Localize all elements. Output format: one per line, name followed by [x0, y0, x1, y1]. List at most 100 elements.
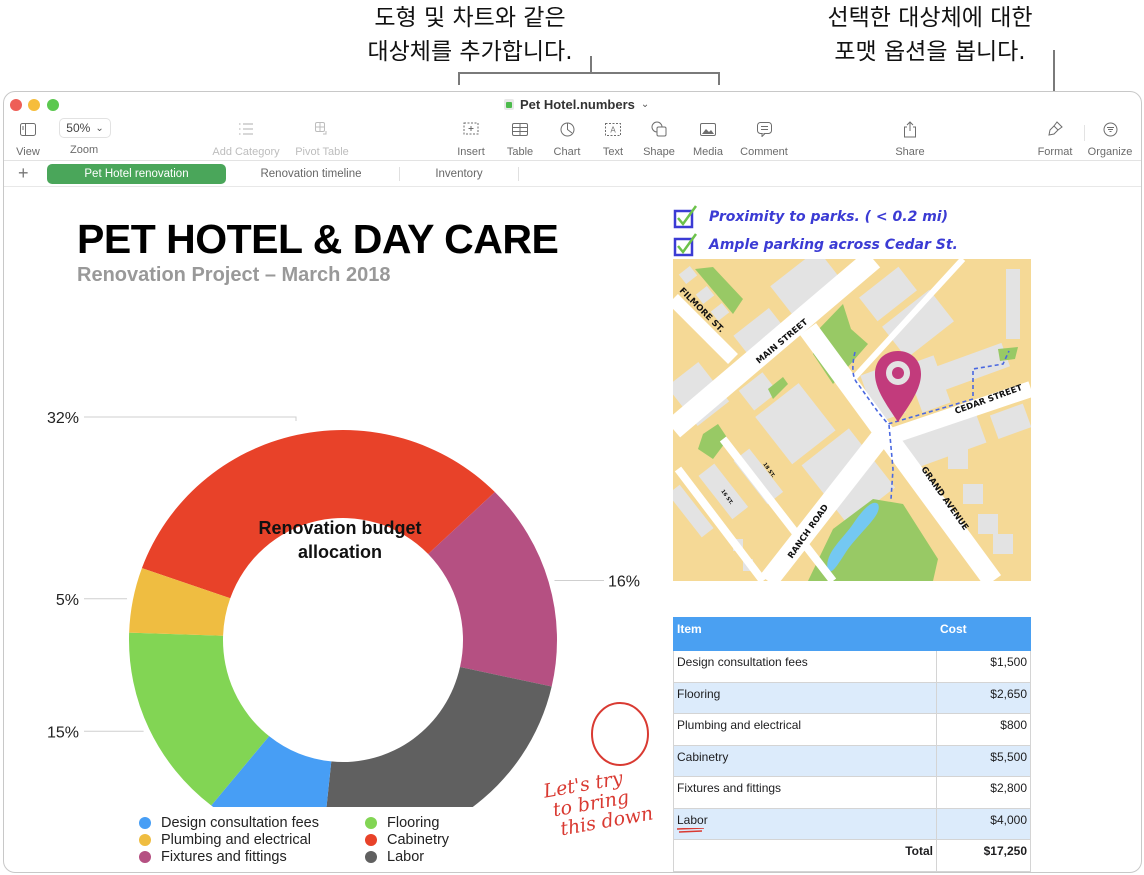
- numbers-window: Pet Hotel.numbers ⌄ View 50% ⌄ Zoom Add …: [3, 91, 1142, 873]
- table-header-row: Item Cost: [673, 617, 1031, 651]
- legend-label: Design consultation fees: [161, 814, 319, 831]
- table-row: Labor $4,000: [673, 807, 1031, 840]
- table-total-row: Total $17,250: [673, 839, 1031, 872]
- chart-label: Chart: [553, 146, 581, 158]
- callout-format-options: 선택한 대상체에 대한 포맷 옵션을 봅니다.: [800, 1, 1060, 69]
- list-icon: [239, 118, 253, 140]
- numbers-file-icon: [504, 99, 514, 110]
- cell-item[interactable]: Labor: [673, 807, 937, 840]
- table-label: Table: [506, 146, 534, 158]
- document-title[interactable]: Pet Hotel.numbers ⌄: [504, 97, 649, 112]
- cell-cost[interactable]: $800: [936, 713, 1031, 746]
- callout-bracket-vertical: [590, 56, 592, 73]
- page-title[interactable]: PET HOTEL & DAY CARE: [77, 216, 559, 263]
- label-leader-line: [84, 416, 297, 421]
- legend-swatch: [365, 816, 377, 829]
- legend-swatch: [139, 816, 151, 829]
- insert-icon: [463, 118, 479, 140]
- checklist-item[interactable]: Proximity to parks. ( < 0.2 mi): [673, 203, 958, 231]
- paintbrush-icon: [1047, 118, 1063, 140]
- checklist-text: Proximity to parks. ( < 0.2 mi): [709, 209, 948, 225]
- column-header-item[interactable]: Item: [673, 617, 937, 651]
- close-button[interactable]: [10, 99, 22, 111]
- callout-line-2: 대상체를 추가합니다.: [367, 39, 573, 65]
- text-box-icon: A: [605, 118, 621, 140]
- zoom-window-button[interactable]: [47, 99, 59, 111]
- shape-icon: [651, 118, 667, 140]
- total-label[interactable]: Total: [673, 839, 937, 872]
- cell-item[interactable]: Design consultation fees: [673, 650, 937, 683]
- legend-swatch: [365, 833, 377, 846]
- photo-icon: [700, 118, 716, 140]
- share-button[interactable]: Share: [875, 118, 945, 158]
- tab-separator: [518, 167, 519, 181]
- table-row: Cabinetry $5,500: [673, 744, 1031, 777]
- donut-slice-labor[interactable]: [322, 667, 552, 807]
- legend-item: Flooring: [365, 814, 449, 831]
- total-value[interactable]: $17,250: [936, 839, 1031, 872]
- insert-label: Insert: [457, 146, 485, 158]
- view-button[interactable]: View: [4, 118, 63, 158]
- cell-item[interactable]: Cabinetry: [673, 744, 937, 777]
- table-row: Design consultation fees $1,500: [673, 650, 1031, 683]
- legend-item: Labor: [365, 848, 449, 865]
- legend-label: Cabinetry: [387, 831, 450, 848]
- cell-cost[interactable]: $5,500: [936, 744, 1031, 777]
- add-sheet-button[interactable]: +: [18, 163, 29, 184]
- chart-center-title-line-2: allocation: [298, 542, 382, 562]
- page-subtitle[interactable]: Renovation Project – March 2018: [77, 264, 390, 287]
- cell-item[interactable]: Flooring: [673, 681, 937, 714]
- legend-item: Plumbing and electrical: [139, 831, 319, 848]
- checkbox-checked-icon: [673, 205, 698, 229]
- legend-label: Fixtures and fittings: [161, 848, 287, 865]
- checklist-item[interactable]: Ample parking across Cedar St.: [673, 231, 958, 259]
- donut-slice-cabinetry[interactable]: [141, 430, 495, 599]
- legend-item: Design consultation fees: [139, 814, 319, 831]
- zoom-select[interactable]: 50% ⌄: [59, 118, 111, 138]
- annotation-circle: [591, 702, 649, 766]
- shape-label: Shape: [643, 146, 675, 158]
- cell-item[interactable]: Fixtures and fittings: [673, 776, 937, 809]
- callout-bracket-left: [458, 72, 460, 85]
- sheet-tab-bar: + Pet Hotel renovation Renovation timeli…: [4, 160, 1141, 187]
- tab-renovation-timeline[interactable]: Renovation timeline: [236, 164, 386, 184]
- legend-label: Plumbing and electrical: [161, 831, 311, 848]
- svg-text:A: A: [610, 125, 616, 134]
- zoom-value: 50%: [66, 121, 91, 135]
- chevron-down-icon: ⌄: [640, 99, 650, 110]
- cell-item[interactable]: Plumbing and electrical: [673, 713, 937, 746]
- data-label: 32%: [47, 410, 79, 427]
- comment-button[interactable]: Comment: [729, 118, 799, 158]
- legend-swatch: [365, 850, 377, 863]
- add-category-button[interactable]: Add Category: [211, 118, 281, 158]
- chevron-down-icon: ⌄: [95, 122, 104, 134]
- filter-icon: [1103, 118, 1118, 140]
- pivot-icon: [315, 118, 329, 140]
- minimize-button[interactable]: [28, 99, 40, 111]
- pivot-table-button[interactable]: Pivot Table: [287, 118, 357, 158]
- callout-insert-objects: 도형 및 차트와 같은 대상체를 추가합니다.: [340, 1, 600, 69]
- cost-table[interactable]: Item Cost Design consultation fees $1,500…: [673, 617, 1031, 872]
- legend-swatch: [139, 833, 151, 846]
- legend-label: Flooring: [387, 814, 440, 831]
- checklist: Proximity to parks. ( < 0.2 mi) Ample pa…: [673, 203, 958, 259]
- add-category-label: Add Category: [212, 146, 280, 158]
- cell-cost[interactable]: $2,800: [936, 776, 1031, 809]
- sidebar-icon: [20, 118, 36, 140]
- cell-cost[interactable]: $2,650: [936, 681, 1031, 714]
- share-label: Share: [895, 146, 925, 158]
- donut-chart[interactable]: 32%16%23%9%15%5% Renovation budget alloc…: [4, 297, 664, 807]
- cell-cost[interactable]: $4,000: [936, 807, 1031, 840]
- column-header-cost[interactable]: Cost: [936, 617, 1031, 651]
- zoom-label: Zoom: [70, 144, 99, 156]
- organize-button[interactable]: Organize: [1075, 118, 1141, 158]
- legend-item: Fixtures and fittings: [139, 848, 319, 865]
- tab-pet-hotel-renovation[interactable]: Pet Hotel renovation: [47, 164, 226, 184]
- share-icon: [903, 118, 917, 140]
- tab-inventory[interactable]: Inventory: [404, 164, 514, 184]
- cell-cost[interactable]: $1,500: [936, 650, 1031, 683]
- chart-legend: Design consultation fees Plumbing and el…: [139, 814, 319, 865]
- location-map[interactable]: FILMORE ST. MAIN STREET CEDAR STREET GRA…: [673, 259, 1031, 581]
- pivot-table-label: Pivot Table: [295, 146, 349, 158]
- titlebar: Pet Hotel.numbers ⌄: [4, 92, 1141, 118]
